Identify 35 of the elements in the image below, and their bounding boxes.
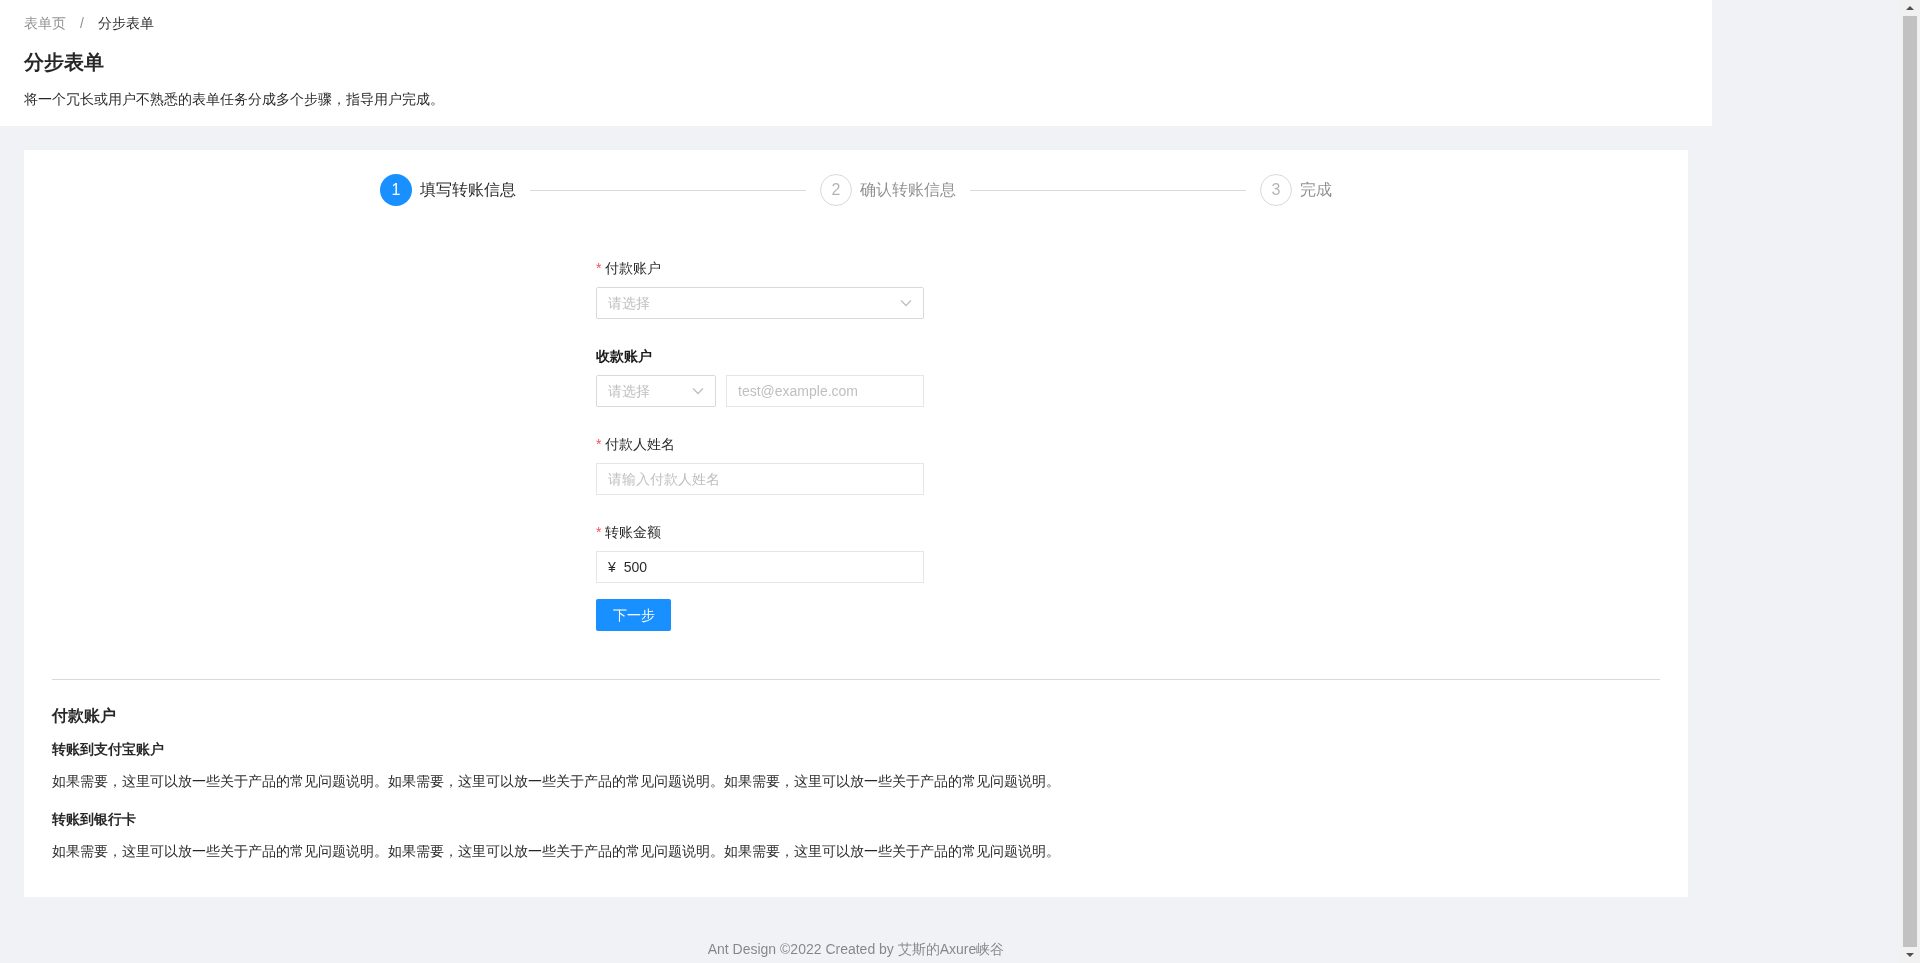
select-field[interactable]: 请选择: [596, 375, 716, 407]
amount-value: 500: [623, 557, 648, 577]
breadcrumb-separator: /: [80, 13, 84, 33]
required-mark: *: [596, 522, 602, 542]
field-label: 付款账户: [605, 258, 662, 278]
chevron-down-icon: [900, 299, 912, 307]
chevron-down-icon: [692, 387, 704, 395]
step-title: 确认转账信息: [860, 180, 956, 200]
field-label: 付款人姓名: [605, 434, 676, 454]
required-mark: *: [596, 434, 602, 454]
help-title: 付款账户: [52, 706, 117, 726]
field-label: 转账金额: [605, 522, 662, 542]
select-field[interactable]: 请选择: [596, 287, 924, 319]
name-input-field[interactable]: 请输入付款人姓名: [596, 463, 924, 495]
page-title: 分步表单: [24, 50, 105, 75]
next-button[interactable]: 下一步: [596, 599, 671, 631]
breadcrumb-item[interactable]: 表单页: [24, 12, 66, 34]
help-paragraph: 如果需要，这里可以放一些关于产品的常见问题说明。如果需要，这里可以放一些关于产品的常见问题说明。如果需要，这里可以放一些关于产品的常见问题说明。: [52, 842, 1061, 861]
help-heading: 转账到支付宝账户: [52, 740, 165, 759]
help-paragraph: 如果需要，这里可以放一些关于产品的常见问题说明。如果需要，这里可以放一些关于产品的常见问题说明。如果需要，这里可以放一些关于产品的常见问题说明。: [52, 772, 1061, 791]
amount-input-field[interactable]: ¥ 500: [596, 551, 924, 583]
scrollbar-thumb[interactable]: [1903, 16, 1917, 947]
currency-prefix: ¥: [608, 557, 616, 577]
footer-text: Ant Design ©2022 Created by 艾斯的Axure峡谷: [706, 940, 1006, 959]
select-placeholder: 请选择: [608, 381, 650, 401]
page-description: 将一个冗长或用户不熟悉的表单任务分成多个步骤，指导用户完成。: [24, 90, 445, 109]
step-title: 填写转账信息: [420, 180, 516, 200]
required-mark: *: [596, 258, 602, 278]
step-title: 完成: [1300, 180, 1332, 200]
breadcrumb-item: 分步表单: [97, 13, 154, 33]
select-placeholder: 请选择: [608, 293, 650, 313]
scrollbar[interactable]: [1900, 0, 1920, 963]
field-label: 收款账户: [596, 346, 652, 366]
help-heading: 转账到银行卡: [52, 810, 137, 829]
email-input-field[interactable]: test@example.com: [726, 375, 924, 407]
